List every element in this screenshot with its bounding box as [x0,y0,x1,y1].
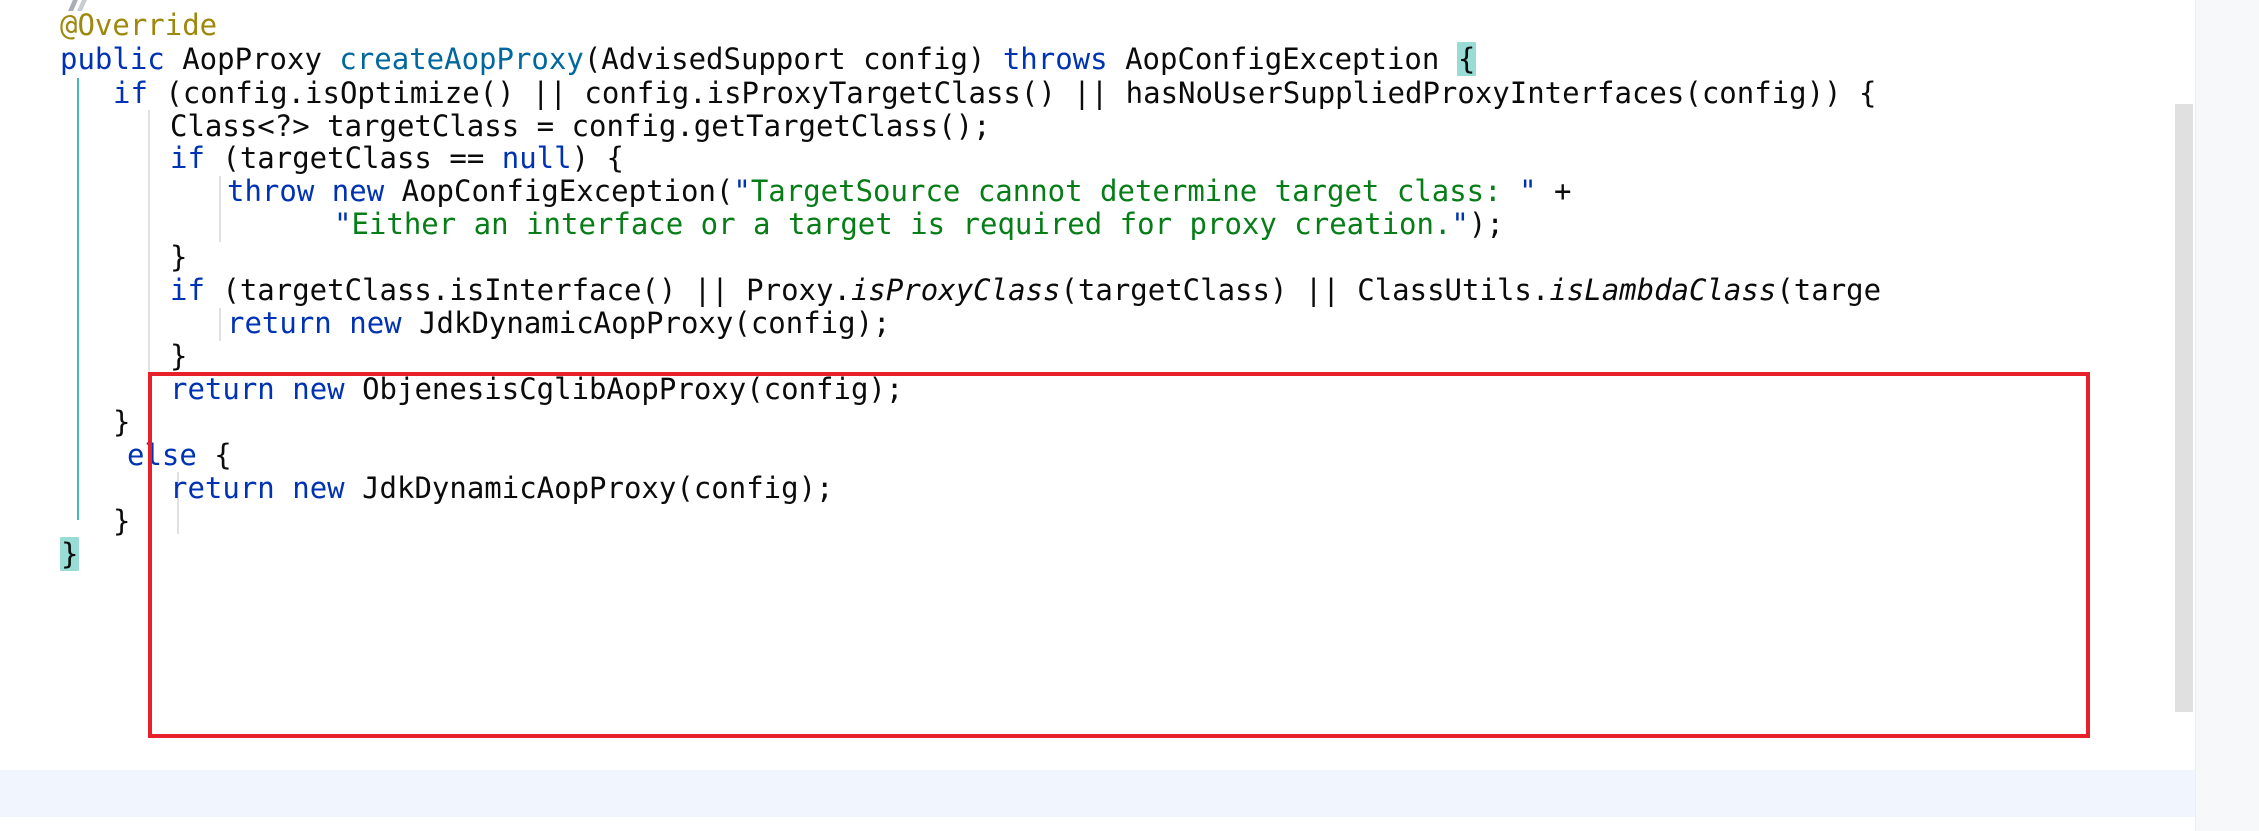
line-return-jdk-proxy-else-token-1 [275,471,292,505]
line-return-cglib-proxy-token-0: return [170,372,275,406]
line-close-else-token-0: } [113,504,131,538]
vertical-scrollbar[interactable] [2173,0,2195,831]
line-return-jdk-proxy-inner-token-0: return [227,306,332,340]
right-side-panel [2195,0,2259,831]
line-if-isinterface-token-0: if [170,273,205,307]
line-throw-exception-token-6: " [1519,174,1537,208]
line-return-jdk-proxy-else-token-3: JdkDynamicAopProxy(config); [344,471,834,505]
line-close-method[interactable]: } [60,531,80,579]
line-return-cglib-proxy[interactable]: return new ObjenesisCglibAopProxy(config… [170,366,903,414]
line-return-jdk-proxy-else-token-2: new [292,471,345,505]
panel-divider [2195,0,2196,831]
line-if-isinterface-token-5: (targe [1776,273,1882,307]
line-if-isinterface-token-4: isLambdaClass [1549,273,1777,307]
line-close-method-token-0: } [60,537,80,571]
vertical-scrollbar-thumb[interactable] [2175,104,2193,712]
line-if-isinterface-token-3: (targetClass) || ClassUtils. [1060,273,1550,307]
line-if-targetclass-null-token-0: if [170,141,205,175]
line-throw-exception-token-1 [314,174,331,208]
line-close-else[interactable]: } [113,498,130,546]
line-return-jdk-proxy-inner-token-2: new [349,306,402,340]
line-exception-message-continued-token-0: " [334,207,352,241]
implementing-method-icon[interactable] [62,0,96,16]
line-return-jdk-proxy-else[interactable]: return new JdkDynamicAopProxy(config); [170,465,834,513]
line-if-optimize-token-0: if [113,76,148,110]
line-return-cglib-proxy-token-1 [275,372,292,406]
line-return-cglib-proxy-token-2: new [292,372,345,406]
line-exception-message-continued[interactable]: "Either an interface or a target is requ… [334,201,1504,249]
line-return-jdk-proxy-else-token-0: return [170,471,275,505]
line-throw-exception-token-0: throw [227,174,315,208]
line-throw-exception-token-7: + [1536,174,1572,208]
line-return-jdk-proxy-inner-token-1 [332,306,349,340]
code-text-area[interactable]: @Override public AopProxy createAopProxy(… [0,0,2259,831]
code-editor[interactable]: @Override public AopProxy createAopProxy(… [0,0,2259,831]
line-exception-message-continued-token-3: ); [1468,207,1504,241]
line-exception-message-continued-token-2: " [1451,207,1469,241]
line-exception-message-continued-token-1: Either an interface or a target is requi… [351,207,1452,241]
line-return-jdk-proxy-inner[interactable]: return new JdkDynamicAopProxy(config); [227,300,891,348]
line-return-cglib-proxy-token-3: ObjenesisCglibAopProxy(config); [344,372,904,406]
line-return-jdk-proxy-inner-token-3: JdkDynamicAopProxy(config); [401,306,891,340]
